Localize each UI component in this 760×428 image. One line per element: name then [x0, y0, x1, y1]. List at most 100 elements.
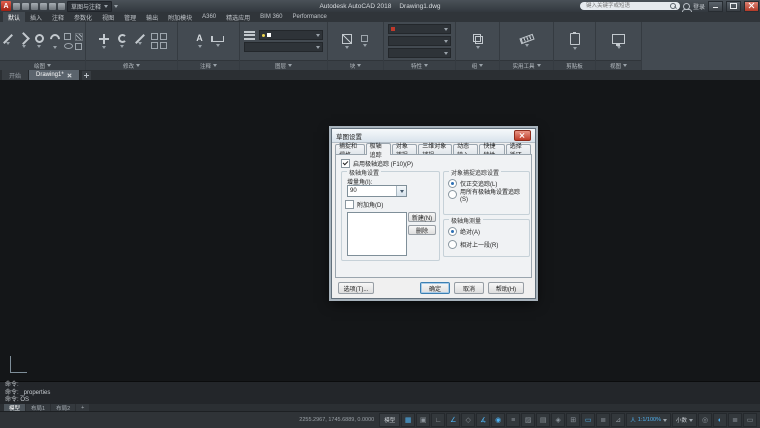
spline-icon[interactable]: [75, 43, 82, 50]
help-button[interactable]: 帮助(H): [488, 282, 524, 294]
clean-screen-button[interactable]: ▭: [743, 413, 757, 427]
search-input[interactable]: [584, 2, 668, 10]
panel-properties-label[interactable]: 特性: [384, 60, 455, 70]
transparency-toggle[interactable]: ▨: [521, 413, 535, 427]
combo-drop-button[interactable]: [396, 186, 406, 196]
view-button[interactable]: [611, 23, 626, 59]
panel-block-label[interactable]: 块: [328, 60, 383, 70]
graphics-performance-button[interactable]: ◐: [713, 413, 727, 427]
arc-button[interactable]: [49, 23, 62, 59]
ribbon-tab-performance[interactable]: Performance: [288, 12, 332, 22]
file-tab-drawing1[interactable]: Drawing1*: [29, 70, 80, 80]
lineweight-dropdown[interactable]: [388, 36, 451, 46]
tab-polar-tracking[interactable]: 极轴追踪: [366, 143, 391, 155]
additional-angles-list[interactable]: [347, 212, 407, 256]
ribbon-tab-featured-apps[interactable]: 精选应用: [221, 12, 255, 22]
rotate-button[interactable]: [115, 23, 130, 59]
object-snap-toggle[interactable]: ◉: [491, 413, 505, 427]
panel-utilities-label[interactable]: 实用工具: [500, 60, 553, 70]
text-button[interactable]: A: [192, 23, 207, 59]
save-icon[interactable]: [31, 3, 38, 10]
redo-icon[interactable]: [58, 3, 65, 10]
3d-object-snap-toggle[interactable]: ◈: [551, 413, 565, 427]
close-tab-icon[interactable]: [67, 73, 72, 78]
relative-radio[interactable]: [448, 240, 457, 249]
mirror-icon[interactable]: [160, 33, 167, 40]
ortho-tracking-radio[interactable]: [448, 179, 457, 188]
panel-clipboard-label[interactable]: 剪贴板: [554, 60, 595, 70]
ok-button[interactable]: 确定: [420, 282, 450, 294]
snap-mode-toggle[interactable]: ▣: [416, 413, 430, 427]
ribbon-tab-addins[interactable]: 附加模块: [163, 12, 197, 22]
dynamic-ucs-toggle[interactable]: ⊞: [566, 413, 580, 427]
cancel-button[interactable]: 取消: [454, 282, 484, 294]
move-button[interactable]: [97, 23, 112, 59]
hatch-icon[interactable]: [75, 33, 83, 41]
ribbon-tab-bim360[interactable]: BIM 360: [255, 12, 287, 22]
paste-button[interactable]: [567, 23, 582, 59]
grid-display-toggle[interactable]: ▦: [401, 413, 415, 427]
additional-angles-checkbox[interactable]: [345, 200, 354, 209]
plot-icon[interactable]: [40, 3, 47, 10]
increment-angle-combobox[interactable]: 90: [347, 185, 407, 197]
sign-in-label[interactable]: 登录: [693, 2, 705, 11]
ellipse-icon[interactable]: [64, 43, 73, 49]
isolate-objects-button[interactable]: ◎: [698, 413, 712, 427]
workspace-switcher[interactable]: 草图与注释: [67, 1, 112, 12]
linetype-dropdown[interactable]: [388, 48, 451, 58]
ribbon-tab-output[interactable]: 输出: [141, 12, 163, 22]
panel-groups-label[interactable]: 组: [456, 60, 499, 70]
ribbon-tab-a360[interactable]: A360: [197, 12, 221, 22]
line-button[interactable]: [2, 23, 15, 59]
quick-properties-toggle[interactable]: ≣: [596, 413, 610, 427]
annotation-scale-control[interactable]: 人 1:1/100%: [626, 413, 671, 427]
annotation-monitor-toggle[interactable]: ⊿: [611, 413, 625, 427]
ribbon-tab-default[interactable]: 默认: [3, 12, 25, 22]
layer-state-dropdown[interactable]: [244, 42, 323, 52]
trim-button[interactable]: [133, 23, 148, 59]
file-tab-start[interactable]: 开始: [2, 70, 29, 80]
ribbon-tab-view[interactable]: 视图: [97, 12, 119, 22]
insert-block-button[interactable]: [339, 23, 354, 59]
quick-access-menu-icon[interactable]: [114, 5, 118, 8]
new-file-icon[interactable]: [13, 3, 20, 10]
new-angle-button[interactable]: 新建(N): [408, 212, 436, 222]
undo-icon[interactable]: [49, 3, 56, 10]
create-block-button[interactable]: [357, 23, 372, 59]
all-polar-tracking-radio[interactable]: [448, 190, 457, 199]
application-menu-button[interactable]: A: [1, 1, 11, 11]
ribbon-tab-parametric[interactable]: 参数化: [69, 12, 97, 22]
ribbon-tab-annotate[interactable]: 注释: [47, 12, 69, 22]
help-search-box[interactable]: [580, 2, 680, 10]
offset-icon[interactable]: [160, 42, 167, 49]
enable-polar-tracking-checkbox[interactable]: [341, 159, 350, 168]
dynamic-input-toggle[interactable]: ▭: [581, 413, 595, 427]
customize-button[interactable]: ≣: [728, 413, 742, 427]
ribbon-tab-insert[interactable]: 插入: [25, 12, 47, 22]
lineweight-toggle[interactable]: ≡: [506, 413, 520, 427]
panel-layers-label[interactable]: 图层: [240, 60, 327, 70]
minimize-button[interactable]: [708, 1, 723, 12]
ortho-mode-toggle[interactable]: ∟: [431, 413, 445, 427]
panel-modify-label[interactable]: 修改: [86, 60, 177, 70]
polyline-button[interactable]: [18, 23, 31, 59]
object-snap-tracking-toggle[interactable]: ∡: [476, 413, 490, 427]
panel-draw-label[interactable]: 绘图: [0, 60, 85, 70]
selection-cycling-toggle[interactable]: ▤: [536, 413, 550, 427]
new-drawing-tab-button[interactable]: [82, 71, 91, 80]
polar-tracking-toggle[interactable]: ∠: [446, 413, 460, 427]
rectangle-icon[interactable]: [64, 33, 71, 40]
object-color-dropdown[interactable]: [388, 24, 451, 34]
options-button[interactable]: 选项(T)...: [338, 282, 374, 294]
command-line[interactable]: 命令: 命令: _properties 命令: OS: [0, 381, 760, 404]
panel-view-label[interactable]: 视图: [596, 60, 641, 70]
panel-annotation-label[interactable]: 注释: [178, 60, 239, 70]
array-icon[interactable]: [151, 42, 158, 49]
absolute-radio[interactable]: [448, 227, 457, 236]
isometric-drafting-toggle[interactable]: ◇: [461, 413, 475, 427]
dimension-button[interactable]: [210, 23, 225, 59]
maximize-button[interactable]: [726, 1, 741, 12]
open-file-icon[interactable]: [22, 3, 29, 10]
ribbon-tab-manage[interactable]: 管理: [119, 12, 141, 22]
group-button[interactable]: [470, 23, 485, 59]
